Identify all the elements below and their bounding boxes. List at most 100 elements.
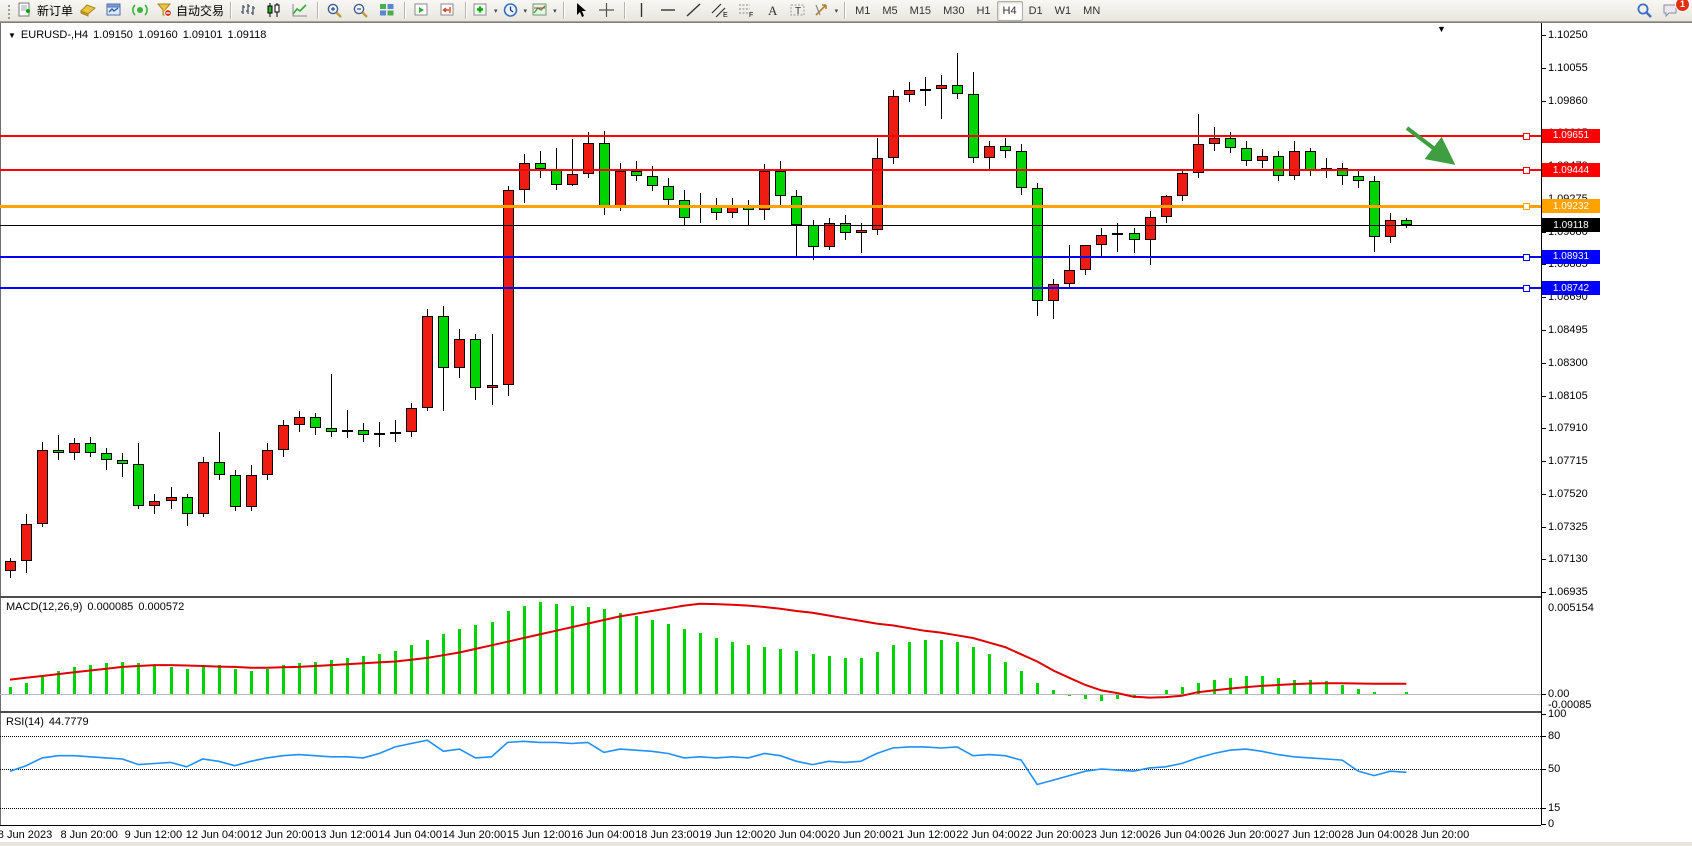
arrow-annotation[interactable] xyxy=(1407,128,1449,160)
support-resistance-line[interactable] xyxy=(0,205,1541,208)
price-tag: 1.08931 xyxy=(1542,250,1600,264)
indicators-icon[interactable]: ▾ xyxy=(470,1,500,21)
price-tick-label: 1.07715 xyxy=(1548,455,1588,467)
horizontal-line-icon[interactable] xyxy=(655,1,681,21)
zoom-out-icon[interactable] xyxy=(348,1,374,21)
shift-marker-icon[interactable]: ▼ xyxy=(1437,24,1446,34)
timeframe-mn[interactable]: MN xyxy=(1077,1,1106,21)
price-tick-label: 1.07325 xyxy=(1548,521,1588,533)
price-tick-label: 1.09860 xyxy=(1548,95,1588,107)
trendline-icon[interactable] xyxy=(681,1,707,21)
text-icon[interactable]: A xyxy=(759,1,785,21)
timeframe-m15[interactable]: M15 xyxy=(904,1,937,21)
price-tick-label: 1.06935 xyxy=(1548,586,1588,598)
line-chart-icon[interactable] xyxy=(287,1,313,21)
bar-chart-icon[interactable] xyxy=(235,1,261,21)
pane-separator[interactable] xyxy=(0,596,1541,598)
candle xyxy=(149,501,160,506)
macd-histogram-bar xyxy=(491,622,494,694)
date-label: 23 Jun 12:00 xyxy=(1085,829,1149,841)
macd-histogram-bar xyxy=(860,658,863,694)
chevron-down-icon[interactable]: ▾ xyxy=(553,7,557,15)
new-order-button[interactable]: 新订单 xyxy=(14,1,75,21)
notifications-icon[interactable]: 1 xyxy=(1658,1,1684,21)
rsi-level-line xyxy=(0,808,1541,809)
candle xyxy=(101,453,112,460)
cursor-icon[interactable] xyxy=(568,1,594,21)
terminal-icon[interactable] xyxy=(101,1,127,21)
candle xyxy=(278,425,289,450)
macd-histogram-bar xyxy=(378,654,381,694)
search-icon[interactable] xyxy=(1632,1,1658,21)
timeframe-h4[interactable]: H4 xyxy=(997,1,1023,21)
macd-histogram-bar xyxy=(988,654,991,694)
line-handle[interactable] xyxy=(1523,254,1530,261)
zoom-in-icon[interactable] xyxy=(322,1,348,21)
candle xyxy=(791,196,802,225)
label-icon[interactable]: T xyxy=(785,1,811,21)
candle xyxy=(535,163,546,170)
rsi-axis-label: 100 xyxy=(1548,708,1566,720)
current-price-line[interactable] xyxy=(0,225,1541,226)
macd-value-main: 0.000085 xyxy=(87,601,133,613)
macd-histogram-bar xyxy=(667,624,670,694)
macd-histogram-bar xyxy=(314,662,317,694)
candle xyxy=(21,524,32,561)
price-tag: 1.09444 xyxy=(1542,163,1600,177)
crosshair-icon[interactable] xyxy=(594,1,620,21)
candle xyxy=(599,143,610,207)
timeframe-d1[interactable]: D1 xyxy=(1023,1,1049,21)
candle xyxy=(968,94,979,158)
tile-windows-icon[interactable] xyxy=(374,1,400,21)
line-handle[interactable] xyxy=(1523,133,1530,140)
macd-histogram-bar xyxy=(1229,678,1232,694)
chevron-down-icon[interactable]: ▾ xyxy=(524,7,528,15)
date-label: 22 Jun 04:00 xyxy=(956,829,1020,841)
timeframe-m5[interactable]: M5 xyxy=(876,1,903,21)
price-tick-label: 1.08495 xyxy=(1548,324,1588,336)
macd-histogram-bar xyxy=(1004,662,1007,694)
channel-icon[interactable]: E xyxy=(707,1,733,21)
date-label: 14 Jun 20:00 xyxy=(443,829,507,841)
templates-icon[interactable]: ▾ xyxy=(529,1,559,21)
timeframe-w1[interactable]: W1 xyxy=(1049,1,1078,21)
support-resistance-line[interactable] xyxy=(0,135,1541,137)
ohlc-open: 1.09150 xyxy=(93,29,133,41)
timeframe-h1[interactable]: H1 xyxy=(970,1,996,21)
macd-histogram-bar xyxy=(25,683,28,694)
metaeditor-icon[interactable] xyxy=(75,1,101,21)
auto-scroll-icon[interactable] xyxy=(409,1,435,21)
support-resistance-line[interactable] xyxy=(0,169,1541,171)
date-label: 19 Jun 12:00 xyxy=(699,829,763,841)
support-resistance-line[interactable] xyxy=(0,287,1541,289)
signals-icon[interactable] xyxy=(127,1,153,21)
autotrading-button[interactable]: 自动交易 xyxy=(153,1,226,21)
shapes-icon[interactable]: ▾ xyxy=(811,1,841,21)
chart-shift-icon[interactable] xyxy=(435,1,461,21)
timeframe-m30[interactable]: M30 xyxy=(937,1,970,21)
vertical-line-icon[interactable] xyxy=(629,1,655,21)
periods-icon[interactable]: ▾ xyxy=(500,1,530,21)
line-handle[interactable] xyxy=(1523,203,1530,210)
toolbar-grip[interactable] xyxy=(6,3,11,19)
candlestick-chart-icon[interactable] xyxy=(261,1,287,21)
macd-name: MACD(12,26,9) xyxy=(6,601,82,613)
chevron-down-icon[interactable]: ▾ xyxy=(835,7,839,15)
date-label: 20 Jun 20:00 xyxy=(828,829,892,841)
macd-histogram-bar xyxy=(41,676,44,694)
timeframe-m1[interactable]: M1 xyxy=(849,1,876,21)
candle xyxy=(936,85,947,88)
candle xyxy=(952,85,963,93)
pane-separator[interactable] xyxy=(0,711,1541,713)
line-handle[interactable] xyxy=(1523,167,1530,174)
support-resistance-line[interactable] xyxy=(0,256,1541,258)
candle xyxy=(1353,176,1364,181)
macd-histogram-bar xyxy=(1277,678,1280,694)
candle xyxy=(1273,156,1284,176)
chart-title: ▼ EURUSD-,H4 1.09150 1.09160 1.09101 1.0… xyxy=(8,29,266,41)
chevron-down-icon[interactable]: ▾ xyxy=(494,7,498,15)
fibonacci-icon[interactable]: F xyxy=(733,1,759,21)
chart-menu-icon[interactable]: ▼ xyxy=(8,31,16,40)
chart-window[interactable]: ▼ EURUSD-,H4 1.09150 1.09160 1.09101 1.0… xyxy=(0,22,1692,846)
line-handle[interactable] xyxy=(1523,285,1530,292)
